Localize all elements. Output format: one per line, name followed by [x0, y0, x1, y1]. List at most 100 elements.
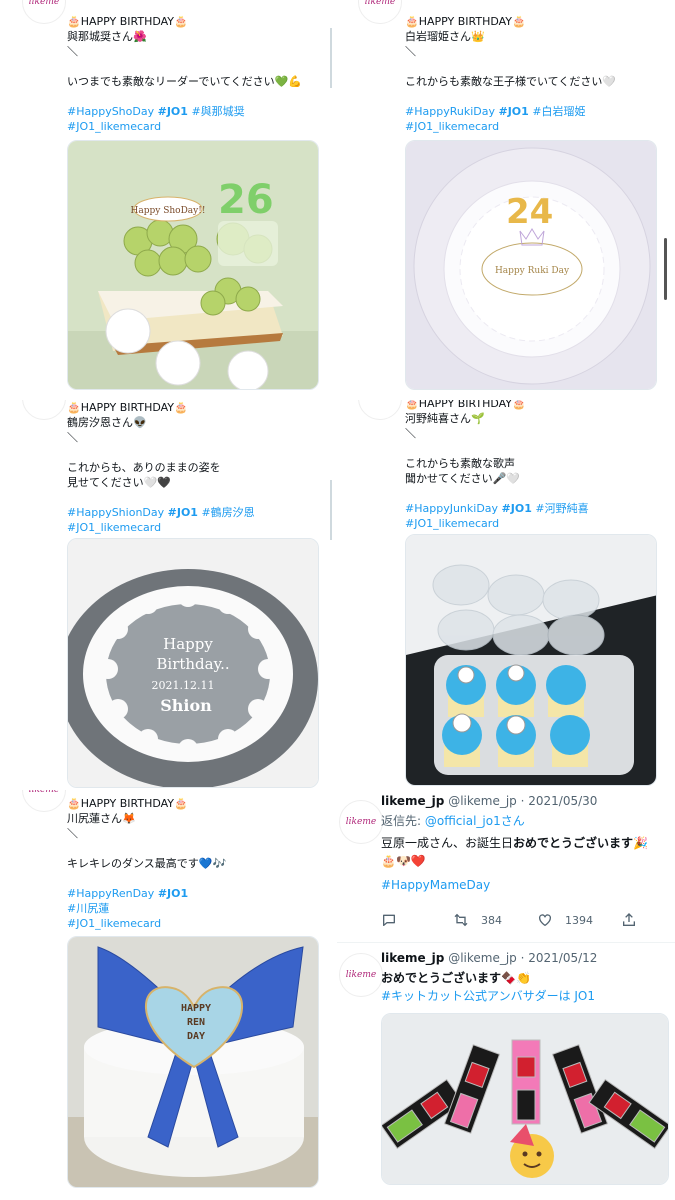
tweet-text: 🎂HAPPY BIRTHDAY🎂 河野純喜さん🌱 ＼ これからも素敵な歌声 聞か…: [405, 400, 661, 531]
hashtag-link[interactable]: #JO1_likemecard: [405, 120, 499, 133]
reply-button[interactable]: [381, 912, 453, 928]
backslash: ＼: [67, 45, 78, 58]
handle[interactable]: @likeme_jp: [448, 794, 517, 808]
hashtag-link[interactable]: #與那城奨: [191, 105, 244, 118]
scrollbar[interactable]: [664, 238, 667, 300]
cake-text: HAPPY: [181, 1003, 211, 1014]
cake-text: Happy: [163, 635, 213, 653]
hashtag-link[interactable]: #HappyMameDay: [381, 876, 667, 894]
likeme-avatar[interactable]: likeme: [22, 0, 66, 24]
tweet-header: likeme_jp @likeme_jp · 2021/05/12: [381, 951, 597, 965]
hashtag-link[interactable]: #JO1: [502, 502, 532, 515]
body-text: 豆原一成さん、お誕生日: [381, 836, 514, 850]
body-emoji: 🍫👏: [501, 971, 531, 985]
display-name[interactable]: likeme_jp: [381, 794, 444, 808]
kitkat-tweet[interactable]: likeme likeme_jp @likeme_jp · 2021/05/12…: [337, 943, 675, 1200]
tweet-photo[interactable]: [405, 534, 657, 786]
hashtag-link[interactable]: #河野純喜: [535, 502, 588, 515]
hashtag-link[interactable]: #HappyShoDay: [67, 105, 154, 118]
member-name: 川尻蓮さん🦊: [67, 812, 136, 825]
likeme-avatar[interactable]: likeme: [339, 953, 383, 997]
hashtag-link[interactable]: #JO1_likemecard: [67, 917, 161, 930]
hashtag-link[interactable]: #JO1: [158, 105, 188, 118]
heart-icon: [539, 914, 551, 927]
birthday-heading: 🎂HAPPY BIRTHDAY🎂: [405, 400, 526, 410]
tweet-card-shion[interactable]: likeme 🎂HAPPY BIRTHDAY🎂 鶴房汐恩さん👽 ＼ これからも、…: [0, 400, 337, 800]
reply-icon: [383, 914, 395, 926]
backslash: ＼: [405, 45, 416, 58]
birthday-heading: 🎂HAPPY BIRTHDAY🎂: [67, 15, 188, 28]
tweet-card-sho[interactable]: likeme 🎂HAPPY BIRTHDAY🎂 與那城奨さん🌺 ＼ いつまでも素…: [0, 0, 337, 400]
message: これからも素敵な王子様でいてください🤍: [405, 75, 617, 88]
reply-tweet[interactable]: likeme likeme_jp @likeme_jp · 2021/05/30…: [337, 790, 675, 942]
backslash: ＼: [67, 431, 78, 444]
tweet-text: 🎂HAPPY BIRTHDAY🎂 鶴房汐恩さん👽 ＼ これからも、ありのままの姿…: [67, 400, 323, 535]
birthday-heading: 🎂HAPPY BIRTHDAY🎂: [67, 797, 188, 810]
tweet-photo[interactable]: Happy Ruki Day 24: [405, 140, 657, 390]
share-button[interactable]: [621, 912, 675, 928]
likeme-avatar[interactable]: likeme: [358, 0, 402, 24]
display-name[interactable]: likeme_jp: [381, 951, 444, 965]
retweet-button[interactable]: 384: [453, 912, 537, 928]
birthday-heading: 🎂HAPPY BIRTHDAY🎂: [405, 15, 526, 28]
candle-number: 26: [218, 177, 274, 223]
backslash: ＼: [405, 427, 416, 440]
thread-line: [330, 480, 332, 540]
tweet-body: おめでとうございます🍫👏 #キットカット公式アンバサダーは JO1: [381, 969, 667, 1005]
tweet-header: likeme_jp @likeme_jp · 2021/05/30: [381, 794, 597, 808]
hashtag-link[interactable]: #JO1: [168, 506, 198, 519]
message: キレキレのダンス最高です💙🎶: [67, 857, 227, 870]
hashtag-link[interactable]: #JO1: [498, 105, 528, 118]
likeme-avatar[interactable]: likeme: [339, 800, 383, 844]
likeme-avatar[interactable]: likeme: [22, 790, 66, 812]
share-icon: [623, 913, 635, 926]
body-emoji: 🎉: [633, 836, 648, 850]
likeme-avatar[interactable]: likeme: [358, 400, 402, 420]
tweet-card-ruki[interactable]: likeme 🎂HAPPY BIRTHDAY🎂 白岩瑠姫さん👑 ＼ これからも素…: [338, 0, 675, 400]
cake-plate-text: Happy ShoDay!!: [131, 206, 206, 216]
hashtag-link[interactable]: #JO1: [158, 887, 188, 900]
hashtag-link[interactable]: #キットカット公式アンバサダーは JO1: [381, 987, 667, 1005]
like-button[interactable]: 1394: [537, 912, 621, 928]
message: 見せてください🤍🖤: [67, 476, 172, 489]
tweet-text: 🎂HAPPY BIRTHDAY🎂 與那城奨さん🌺 ＼ いつまでも素敵なリーダーで…: [67, 14, 323, 134]
retweet-count: 384: [481, 913, 502, 927]
message: これからも、ありのままの姿を: [67, 461, 221, 474]
message: 聞かせてください🎤🤍: [405, 472, 521, 485]
tweet-card-ren[interactable]: likeme 🎂HAPPY BIRTHDAY🎂 川尻蓮さん🦊 ＼ キレキレのダン…: [0, 790, 337, 1200]
reply-prefix: 返信先:: [381, 814, 425, 828]
tweet-card-junki[interactable]: likeme 🎂HAPPY BIRTHDAY🎂 河野純喜さん🌱 ＼ これからも素…: [338, 400, 675, 800]
hashtag-link[interactable]: #川尻蓮: [67, 902, 109, 915]
tweet-photo[interactable]: HAPPY REN DAY: [67, 936, 319, 1188]
handle[interactable]: @likeme_jp: [448, 951, 517, 965]
hashtag-link[interactable]: #白岩瑠姫: [532, 105, 585, 118]
tweet-photo[interactable]: Happy Birthday.. 2021.12.11 Shion: [67, 538, 319, 788]
likeme-avatar[interactable]: likeme: [22, 400, 66, 420]
member-name: 鶴房汐恩さん👽: [67, 416, 147, 429]
tweet-actions: 384 1394: [381, 912, 675, 928]
hashtag-link[interactable]: #HappyRukiDay: [405, 105, 495, 118]
tweet-body: 返信先: @official_jo1さん 豆原一成さん、お誕生日おめでとうござい…: [381, 812, 667, 894]
hashtag-link[interactable]: #JO1_likemecard: [405, 517, 499, 530]
member-name: 與那城奨さん🌺: [67, 30, 147, 43]
reply-to-link[interactable]: @official_jo1さん: [425, 814, 525, 828]
member-name: 河野純喜さん🌱: [405, 412, 485, 425]
white-cake-image: Happy Ruki Day 24: [406, 141, 656, 389]
timestamp[interactable]: · 2021/05/12: [521, 951, 598, 965]
hashtag-link[interactable]: #鶴房汐恩: [201, 506, 254, 519]
hashtag-link[interactable]: #HappyRenDay: [67, 887, 154, 900]
tweet-photo[interactable]: Happy ShoDay!! 26: [67, 140, 319, 390]
tweet-photo[interactable]: [381, 1013, 669, 1185]
timestamp[interactable]: · 2021/05/30: [521, 794, 598, 808]
hashtag-link[interactable]: #JO1_likemecard: [67, 521, 161, 534]
hashtag-link[interactable]: #JO1_likemecard: [67, 120, 161, 133]
backslash: ＼: [67, 827, 78, 840]
hashtag-link[interactable]: #HappyJunkiDay: [405, 502, 498, 515]
body-bold: おめでとうございます: [513, 836, 634, 850]
cupcakes-image: [406, 535, 656, 785]
blue-bow-cake-image: HAPPY REN DAY: [68, 937, 318, 1187]
cake-text: Shion: [160, 696, 212, 715]
retweet-icon: [454, 913, 468, 927]
hashtag-link[interactable]: #HappyShionDay: [67, 506, 164, 519]
candle-number: 24: [506, 192, 553, 232]
